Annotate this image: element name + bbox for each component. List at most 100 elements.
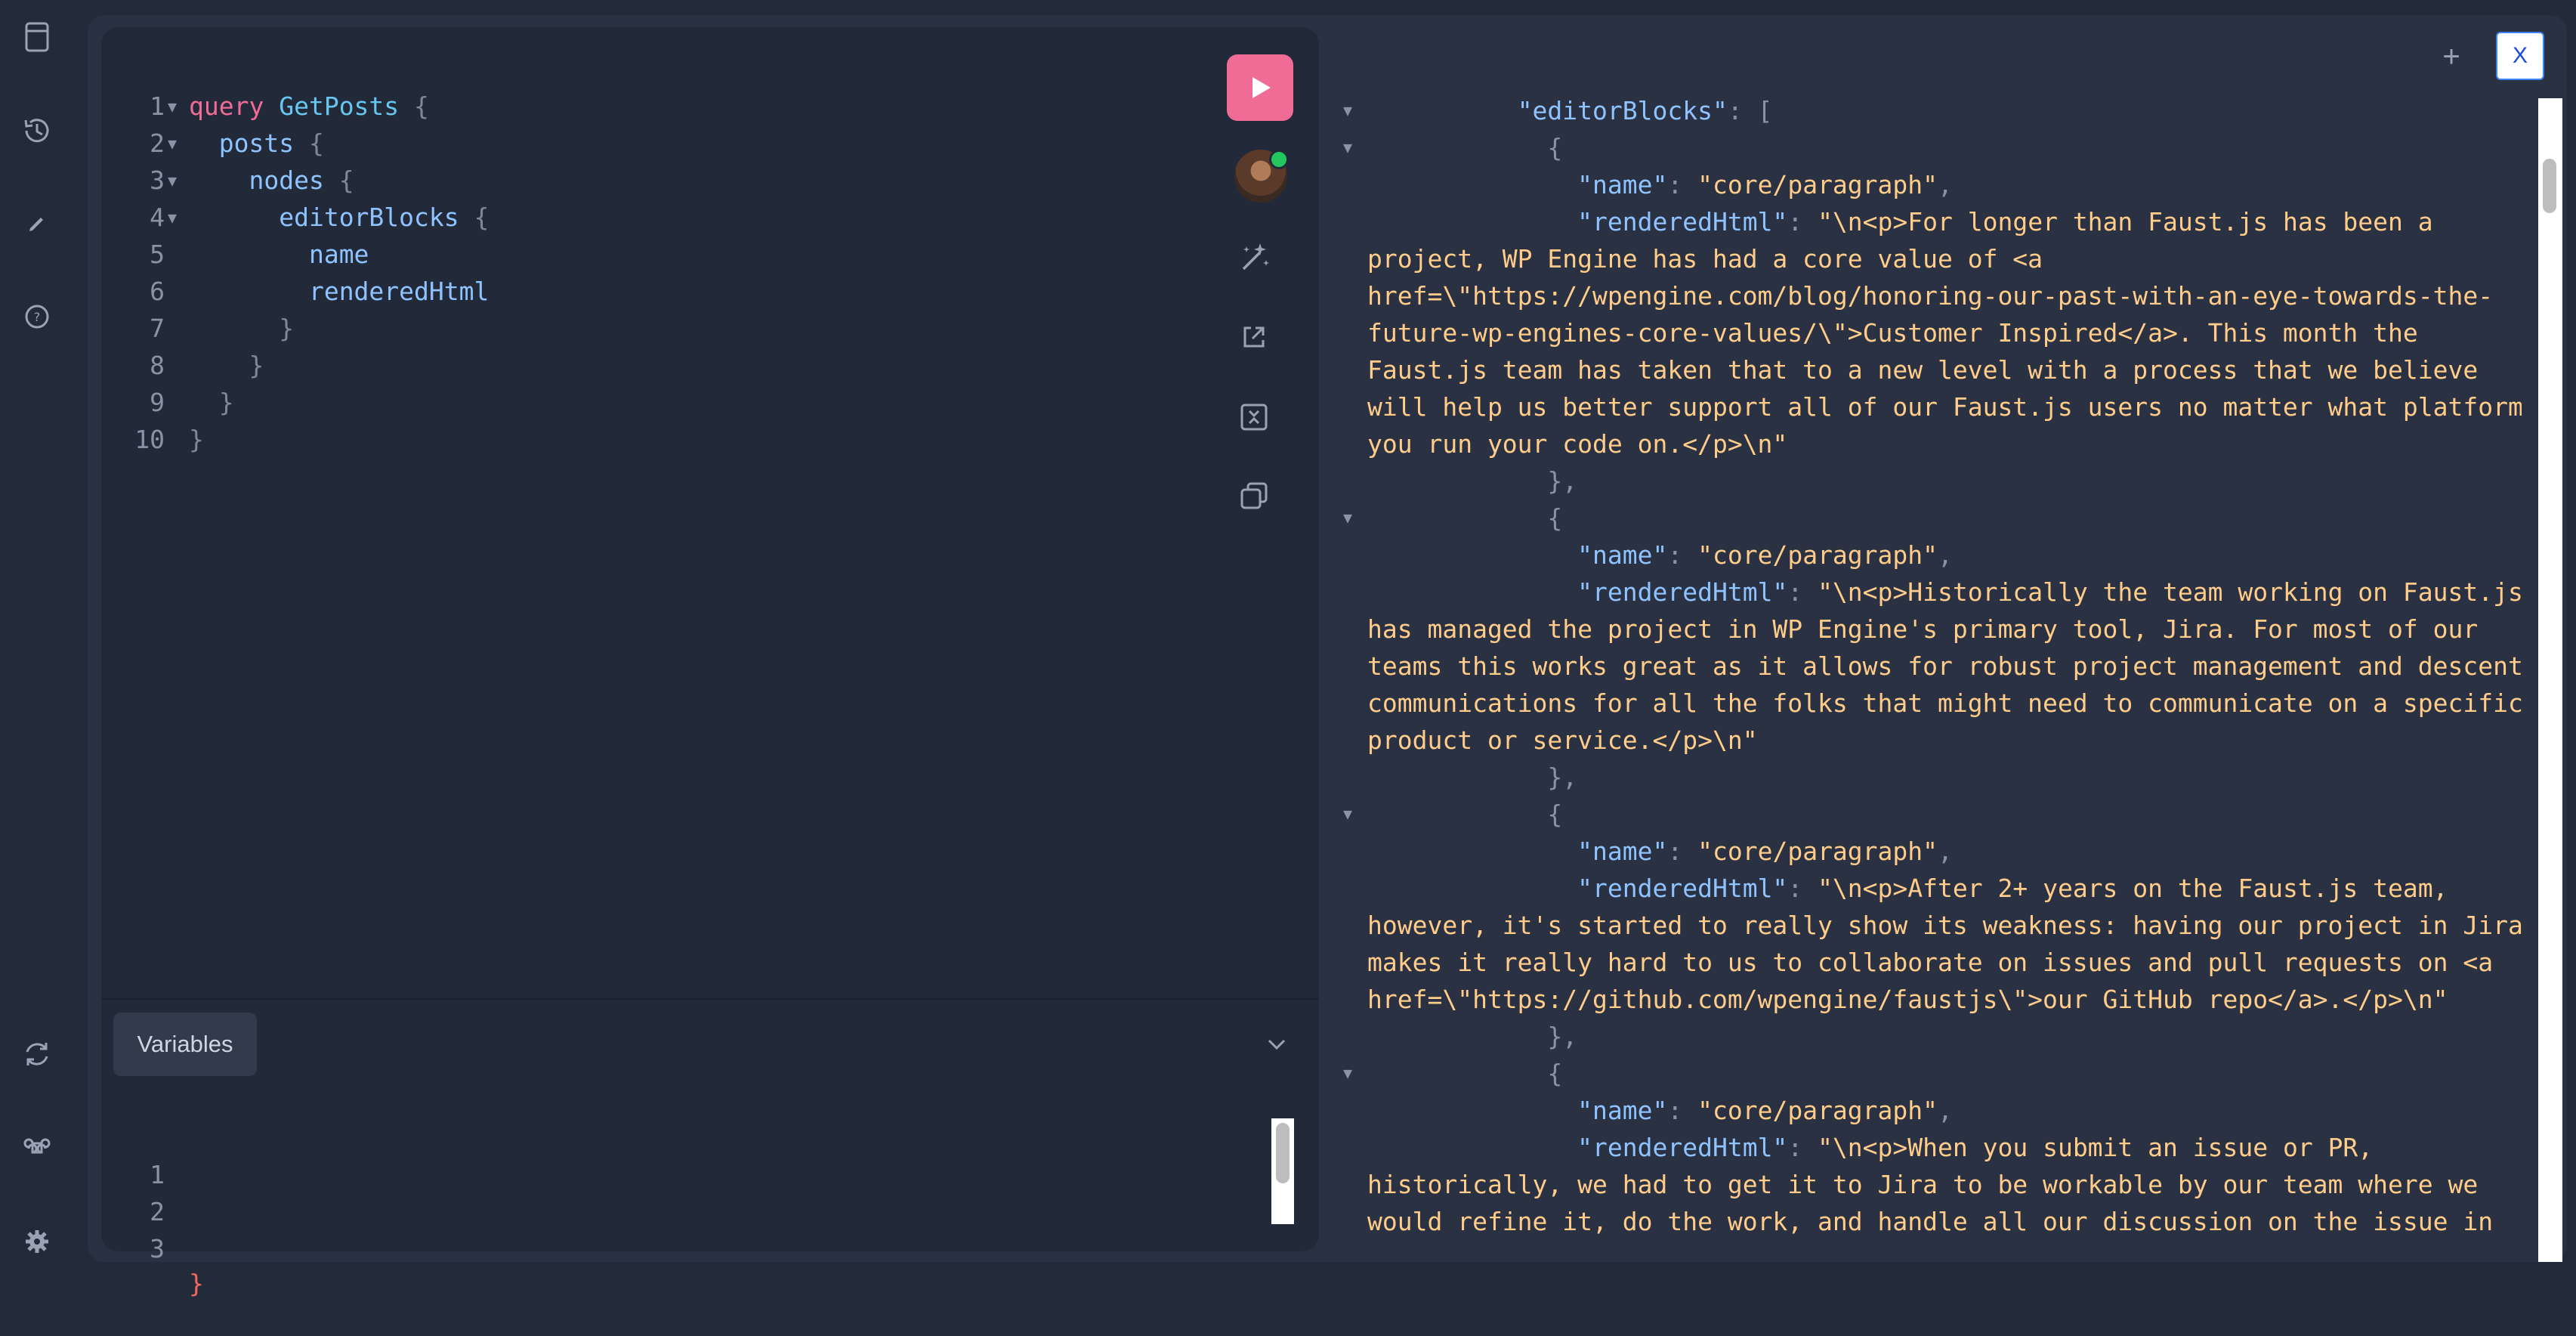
result-scrollbar-thumb[interactable] — [2543, 159, 2556, 213]
help-icon[interactable]: ? — [20, 299, 54, 334]
json-value: "\n<p>For longer than Faust.js has been … — [1818, 207, 2433, 237]
fold-toggle-icon[interactable]: ▼ — [168, 163, 177, 198]
fold-toggle-icon[interactable]: ▼ — [1343, 796, 1352, 833]
code-line: 1 ▼ query GetPosts { — [101, 89, 1159, 124]
json-punctuation: : — [1787, 207, 1818, 237]
result-line: project, WP Engine has had a core value … — [1367, 240, 2043, 277]
line-number: 10 — [134, 425, 165, 454]
command-icon[interactable] — [20, 1130, 54, 1165]
json-punctuation: , — [1938, 1096, 1953, 1125]
sidebar: ? — [0, 0, 76, 1277]
result-viewer[interactable]: ▼ "editorBlocks": [▼ { "name": "core/par… — [1328, 91, 2522, 1262]
docs-icon[interactable] — [20, 20, 54, 54]
line-number: 6 — [150, 277, 165, 306]
fold-toggle-icon[interactable]: ▼ — [168, 126, 177, 161]
fold-toggle-icon[interactable]: ▼ — [168, 89, 177, 124]
result-line: href=\"https://github.com/wpengine/faust… — [1367, 981, 2448, 1018]
variables-line: 2 — [101, 1160, 252, 1226]
code-token: { — [308, 128, 324, 158]
fold-toggle-icon[interactable]: ▼ — [1343, 1055, 1352, 1092]
edit-icon[interactable] — [20, 206, 54, 240]
result-line: "name": "core/paragraph", — [1367, 166, 1953, 203]
code-text: } — [189, 422, 204, 457]
json-value: "\n<p>Historically the team working on F… — [1818, 577, 2522, 607]
result-scrollbar[interactable] — [2538, 98, 2562, 1262]
json-punctuation: : — [1787, 1133, 1818, 1162]
fold-toggle-icon[interactable]: ▼ — [168, 200, 177, 235]
result-line: has managed the project in WP Engine's p… — [1367, 611, 2478, 648]
result-line: "name": "core/paragraph", — [1367, 1092, 1953, 1129]
open-external-icon — [1243, 326, 1265, 348]
code-token: { — [474, 203, 490, 232]
result-line: teams this works great as it allows for … — [1367, 648, 2522, 685]
code-text: } — [189, 348, 264, 383]
code-token: } — [218, 388, 234, 417]
variables-divider[interactable] — [101, 998, 1319, 1000]
refresh-icon[interactable] — [20, 1037, 54, 1072]
fold-toggle-icon[interactable]: ▼ — [1343, 499, 1352, 537]
result-line: "renderedHtml": "\n<p>Historically the t… — [1367, 574, 2522, 611]
json-value: Faust.js team has taken that to a new le… — [1367, 355, 2479, 385]
json-punctuation: : — [1667, 540, 1698, 570]
copy-button[interactable] — [1230, 472, 1278, 520]
json-value: will help us better support all of our F… — [1367, 392, 2522, 422]
code-token: name — [308, 240, 369, 269]
result-line: { — [1367, 499, 1562, 537]
json-key: "renderedHtml" — [1577, 1133, 1788, 1162]
line-number: 1 — [150, 91, 165, 121]
result-line: historically, we had to get it to Jira t… — [1367, 1166, 2478, 1203]
code-token: nodes — [249, 165, 324, 195]
json-punctuation: , — [1938, 837, 1953, 866]
line-number: 2 — [150, 128, 165, 158]
json-key: "name" — [1577, 837, 1668, 866]
prettify-icon — [1242, 243, 1269, 271]
variables-code: } — [189, 1269, 204, 1298]
json-value: "\n<p>After 2+ years on the Faust.js tea… — [1818, 874, 2448, 903]
variables-scrollbar-thumb[interactable] — [1276, 1123, 1290, 1183]
chevron-down-icon[interactable] — [1263, 1031, 1290, 1058]
json-value: you run your code on.</p>\n" — [1367, 429, 1788, 459]
result-line: }, — [1367, 462, 1577, 499]
json-punctuation: { — [1547, 503, 1563, 533]
result-line: }, — [1367, 759, 1577, 796]
json-key: "editorBlocks" — [1517, 96, 1728, 125]
code-text: } — [189, 311, 294, 346]
variables-tab[interactable]: Variables — [113, 1013, 257, 1076]
add-tab-button[interactable]: + — [2434, 39, 2469, 74]
result-line: { — [1367, 796, 1562, 833]
result-line: "name": "core/paragraph", — [1367, 537, 1953, 574]
prettify-button[interactable] — [1230, 233, 1278, 281]
run-button[interactable] — [1227, 54, 1293, 121]
json-punctuation: { — [1547, 133, 1563, 162]
result-line: }, — [1367, 1018, 1577, 1055]
settings-icon[interactable] — [20, 1224, 54, 1259]
code-text: editorBlocks { — [189, 200, 489, 235]
query-editor[interactable]: 1 ▼ query GetPosts {2 ▼ posts {3 ▼ nodes {4 ▼… — [101, 27, 1319, 1251]
fold-toggle-icon[interactable]: ▼ — [1343, 92, 1352, 129]
json-value: product or service.</p>\n" — [1367, 725, 1758, 755]
code-line: 3 ▼ nodes { — [101, 163, 1159, 198]
json-value: historically, we had to get it to Jira t… — [1367, 1170, 2479, 1199]
line-number: 4 — [150, 203, 165, 232]
line-number: 3 — [150, 165, 165, 195]
play-icon — [1252, 77, 1271, 98]
merge-fragments-button[interactable] — [1230, 393, 1278, 441]
fold-toggle-icon[interactable]: ▼ — [1343, 129, 1352, 166]
result-line: however, it's started to really show its… — [1367, 907, 2522, 944]
open-external-button[interactable] — [1230, 313, 1278, 361]
code-line: 5 name — [101, 237, 1159, 272]
code-token: GetPosts — [279, 91, 400, 121]
history-icon[interactable] — [20, 113, 54, 148]
result-line: communications for all the folks that mi… — [1367, 685, 2522, 722]
close-button[interactable]: X — [2496, 32, 2544, 80]
